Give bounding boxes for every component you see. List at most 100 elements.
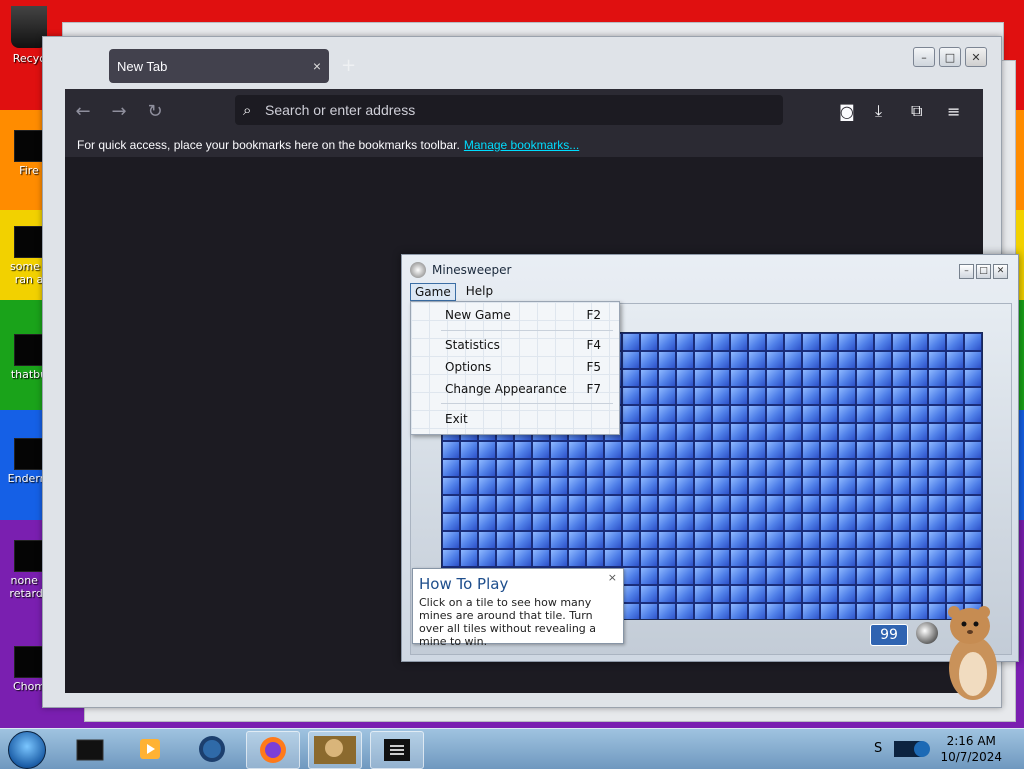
mine-tile[interactable] [928,405,946,423]
mine-tile[interactable] [442,513,460,531]
mine-tile[interactable] [874,351,892,369]
mine-tile[interactable] [514,459,532,477]
mine-tile[interactable] [946,549,964,567]
mine-tile[interactable] [658,333,676,351]
mine-tile[interactable] [748,369,766,387]
mine-tile[interactable] [766,459,784,477]
mine-tile[interactable] [802,333,820,351]
mine-tile[interactable] [766,477,784,495]
mine-tile[interactable] [802,387,820,405]
mine-tile[interactable] [766,549,784,567]
taskbar-app-terminal[interactable] [64,731,116,767]
mine-tile[interactable] [460,459,478,477]
forward-icon[interactable]: → [101,101,137,122]
mine-tile[interactable] [856,405,874,423]
mine-tile[interactable] [766,405,784,423]
mine-tile[interactable] [766,369,784,387]
mine-tile[interactable] [640,567,658,585]
mine-tile[interactable] [730,513,748,531]
mine-tile[interactable] [676,585,694,603]
mine-tile[interactable] [856,459,874,477]
mine-tile[interactable] [622,351,640,369]
mine-tile[interactable] [478,531,496,549]
mine-tile[interactable] [658,441,676,459]
tab-new-tab[interactable]: New Tab × [109,49,329,83]
mine-tile[interactable] [766,423,784,441]
mine-tile[interactable] [838,423,856,441]
mine-tile[interactable] [586,459,604,477]
mine-tile[interactable] [856,567,874,585]
mine-tile[interactable] [946,369,964,387]
mine-tile[interactable] [676,441,694,459]
mine-tile[interactable] [550,495,568,513]
mine-tile[interactable] [784,531,802,549]
mine-tile[interactable] [928,531,946,549]
mine-tile[interactable] [928,567,946,585]
mine-tile[interactable] [838,567,856,585]
mine-tile[interactable] [766,513,784,531]
mine-tile[interactable] [910,585,928,603]
mine-tile[interactable] [658,567,676,585]
mine-tile[interactable] [730,459,748,477]
mine-tile[interactable] [496,441,514,459]
mine-tile[interactable] [460,531,478,549]
mine-tile[interactable] [838,495,856,513]
mine-tile[interactable] [892,441,910,459]
mine-tile[interactable] [622,369,640,387]
mine-tile[interactable] [658,585,676,603]
mine-tile[interactable] [766,387,784,405]
mine-tile[interactable] [442,495,460,513]
mine-tile[interactable] [946,441,964,459]
mine-tile[interactable] [928,369,946,387]
mine-tile[interactable] [874,477,892,495]
mine-tile[interactable] [622,567,640,585]
close-button[interactable]: ✕ [965,47,987,67]
mine-tile[interactable] [604,477,622,495]
mine-tile[interactable] [730,351,748,369]
mine-tile[interactable] [838,603,856,619]
mine-tile[interactable] [802,531,820,549]
mine-tile[interactable] [676,405,694,423]
mine-tile[interactable] [640,459,658,477]
mine-tile[interactable] [478,495,496,513]
mine-tile[interactable] [676,513,694,531]
mine-tile[interactable] [874,333,892,351]
mine-tile[interactable] [640,477,658,495]
mine-tile[interactable] [550,459,568,477]
mine-tile[interactable] [604,513,622,531]
mine-tile[interactable] [766,441,784,459]
mine-tile[interactable] [856,495,874,513]
mine-tile[interactable] [748,351,766,369]
mine-tile[interactable] [784,459,802,477]
mine-tile[interactable] [478,513,496,531]
mine-tile[interactable] [568,441,586,459]
mine-tile[interactable] [694,495,712,513]
mine-tile[interactable] [766,567,784,585]
menu-game[interactable]: Game [410,283,456,301]
mine-tile[interactable] [532,531,550,549]
mine-tile[interactable] [730,369,748,387]
mine-tile[interactable] [658,495,676,513]
menu-item-options[interactable]: Options F5 [445,360,601,374]
mine-tile[interactable] [622,459,640,477]
mine-tile[interactable] [442,549,460,567]
mine-tile[interactable] [820,441,838,459]
mine-tile[interactable] [820,603,838,619]
mine-tile[interactable] [658,423,676,441]
menu-item-new-game[interactable]: New Game F2 [445,308,601,322]
mine-tile[interactable] [820,549,838,567]
mine-tile[interactable] [586,441,604,459]
mine-tile[interactable] [964,585,982,603]
mine-tile[interactable] [838,549,856,567]
mine-tile[interactable] [838,369,856,387]
mine-tile[interactable] [856,387,874,405]
mine-tile[interactable] [604,441,622,459]
mine-tile[interactable] [586,549,604,567]
mine-tile[interactable] [802,567,820,585]
mine-tile[interactable] [712,495,730,513]
mine-tile[interactable] [820,387,838,405]
taskbar-app-firefox[interactable] [246,731,300,769]
mine-tile[interactable] [964,513,982,531]
mine-tile[interactable] [802,495,820,513]
mine-tile[interactable] [622,531,640,549]
